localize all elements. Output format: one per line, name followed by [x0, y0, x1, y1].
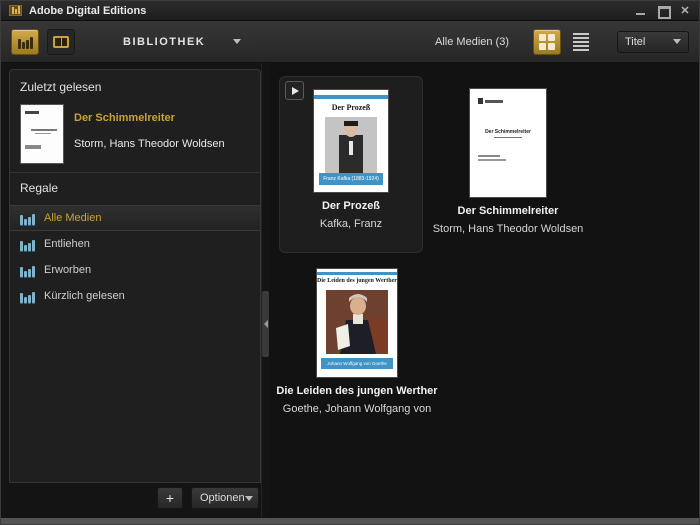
- cover-title: Die Leiden des jungen Werther: [317, 278, 397, 284]
- shelf-item-label: Entliehen: [44, 238, 90, 250]
- app-window: Adobe Digital Editions ✕ BIBLIOTHEK Alle…: [0, 0, 700, 525]
- book-tile-der-prozess[interactable]: Der Prozeß Franz Kafka (1883-1924) Der P…: [279, 76, 423, 253]
- book-title: Der Prozeß: [280, 200, 422, 212]
- cover-title: Der Schimmelreiter: [470, 129, 546, 135]
- shelf-icon: [20, 211, 35, 225]
- book-title: Die Leiden des jungen Werther: [273, 385, 441, 397]
- book-thumbnail: [20, 104, 64, 164]
- shelf-item-label: Kürzlich gelesen: [44, 290, 125, 302]
- shelf-icon: [20, 289, 35, 303]
- shelf-item-entliehen[interactable]: Entliehen: [10, 231, 260, 257]
- book-cover[interactable]: Der Schimmelreiter: [470, 89, 546, 197]
- chevron-down-icon: [673, 39, 681, 44]
- close-button[interactable]: ✕: [679, 6, 691, 16]
- recently-read-header: Zuletzt gelesen: [20, 80, 250, 94]
- app-logo-icon: [9, 5, 22, 16]
- cover-photo: [325, 117, 377, 173]
- bookshelf-icon: [18, 35, 33, 49]
- collapse-left-icon: [264, 320, 268, 328]
- library-dropdown-label: BIBLIOTHEK: [123, 36, 205, 48]
- recently-read-section: Zuletzt gelesen Der Schimmelreiter Storm…: [10, 70, 260, 173]
- options-button-label: Optionen: [200, 492, 245, 504]
- library-grid: Der Prozeß Franz Kafka (1883-1924) Der P…: [269, 63, 699, 519]
- library-dropdown[interactable]: BIBLIOTHEK: [123, 36, 241, 48]
- reading-view-button[interactable]: [47, 29, 75, 55]
- sidebar-footer: + Optionen: [9, 483, 261, 519]
- list-view-button[interactable]: [567, 29, 595, 55]
- shelf-item-label: Alle Medien: [44, 212, 101, 224]
- maximize-button[interactable]: [657, 6, 669, 16]
- sidebar-divider[interactable]: [261, 63, 269, 519]
- shelf-item-label: Erworben: [44, 264, 91, 276]
- shelves-section: Regale Alle Medien Entliehen Erworben: [10, 173, 260, 309]
- grid-view-button[interactable]: [533, 29, 561, 55]
- shelf-item-alle-medien[interactable]: Alle Medien: [10, 205, 260, 231]
- book-title: Der Schimmelreiter: [436, 205, 580, 217]
- book-author: Kafka, Franz: [280, 218, 422, 230]
- title-bar: Adobe Digital Editions ✕: [1, 1, 699, 21]
- book-cover[interactable]: Der Prozeß Franz Kafka (1883-1924): [314, 90, 388, 192]
- shelf-icon: [20, 263, 35, 277]
- window-title: Adobe Digital Editions: [29, 5, 146, 17]
- chevron-down-icon: [233, 39, 241, 44]
- book-tile-der-schimmelreiter[interactable]: Der Schimmelreiter Der Schimmelreiter St…: [436, 76, 580, 253]
- chevron-down-icon: [245, 496, 253, 501]
- sort-dropdown[interactable]: Titel: [617, 31, 689, 53]
- book-author: Goethe, Johann Wolfgang von: [273, 403, 441, 415]
- app-body: Zuletzt gelesen Der Schimmelreiter Storm…: [1, 63, 699, 519]
- book-author: Storm, Hans Theodor Woldsen: [428, 223, 588, 235]
- shelf-item-erworben[interactable]: Erworben: [10, 257, 260, 283]
- sidebar: Zuletzt gelesen Der Schimmelreiter Storm…: [1, 63, 261, 519]
- cover-caption: Johann Wolfgang von Goethe (1749-1832): [321, 358, 393, 369]
- shelf-icon: [20, 237, 35, 251]
- sidebar-panel: Zuletzt gelesen Der Schimmelreiter Storm…: [9, 69, 261, 483]
- play-read-icon[interactable]: [285, 81, 304, 100]
- sort-dropdown-value: Titel: [625, 36, 645, 48]
- divider-grip[interactable]: [262, 291, 269, 357]
- media-count-label: Alle Medien (3): [435, 36, 509, 48]
- window-bottom-frame: [1, 518, 699, 524]
- cover-portrait: [326, 290, 388, 354]
- cover-caption: Franz Kafka (1883-1924): [319, 173, 383, 185]
- shelves-header: Regale: [10, 181, 260, 195]
- add-shelf-button[interactable]: +: [157, 487, 183, 509]
- recent-book-author: Storm, Hans Theodor Woldsen: [74, 138, 225, 150]
- recent-book-title[interactable]: Der Schimmelreiter: [74, 112, 225, 124]
- cover-title: Der Prozeß: [314, 103, 388, 112]
- open-book-icon: [53, 36, 69, 48]
- grid-icon: [539, 34, 555, 50]
- library-view-button[interactable]: [11, 29, 39, 55]
- minimize-button[interactable]: [635, 6, 647, 16]
- book-tile-werther[interactable]: Die Leiden des jungen Werther Johann: [273, 256, 441, 415]
- toolbar: BIBLIOTHEK Alle Medien (3) Titel: [1, 21, 699, 63]
- options-dropdown-button[interactable]: Optionen: [191, 487, 259, 509]
- shelf-item-kuerzlich-gelesen[interactable]: Kürzlich gelesen: [10, 283, 260, 309]
- list-icon: [573, 33, 589, 51]
- book-cover[interactable]: Die Leiden des jungen Werther Johann: [317, 269, 397, 377]
- recently-read-item[interactable]: Der Schimmelreiter Storm, Hans Theodor W…: [20, 104, 250, 164]
